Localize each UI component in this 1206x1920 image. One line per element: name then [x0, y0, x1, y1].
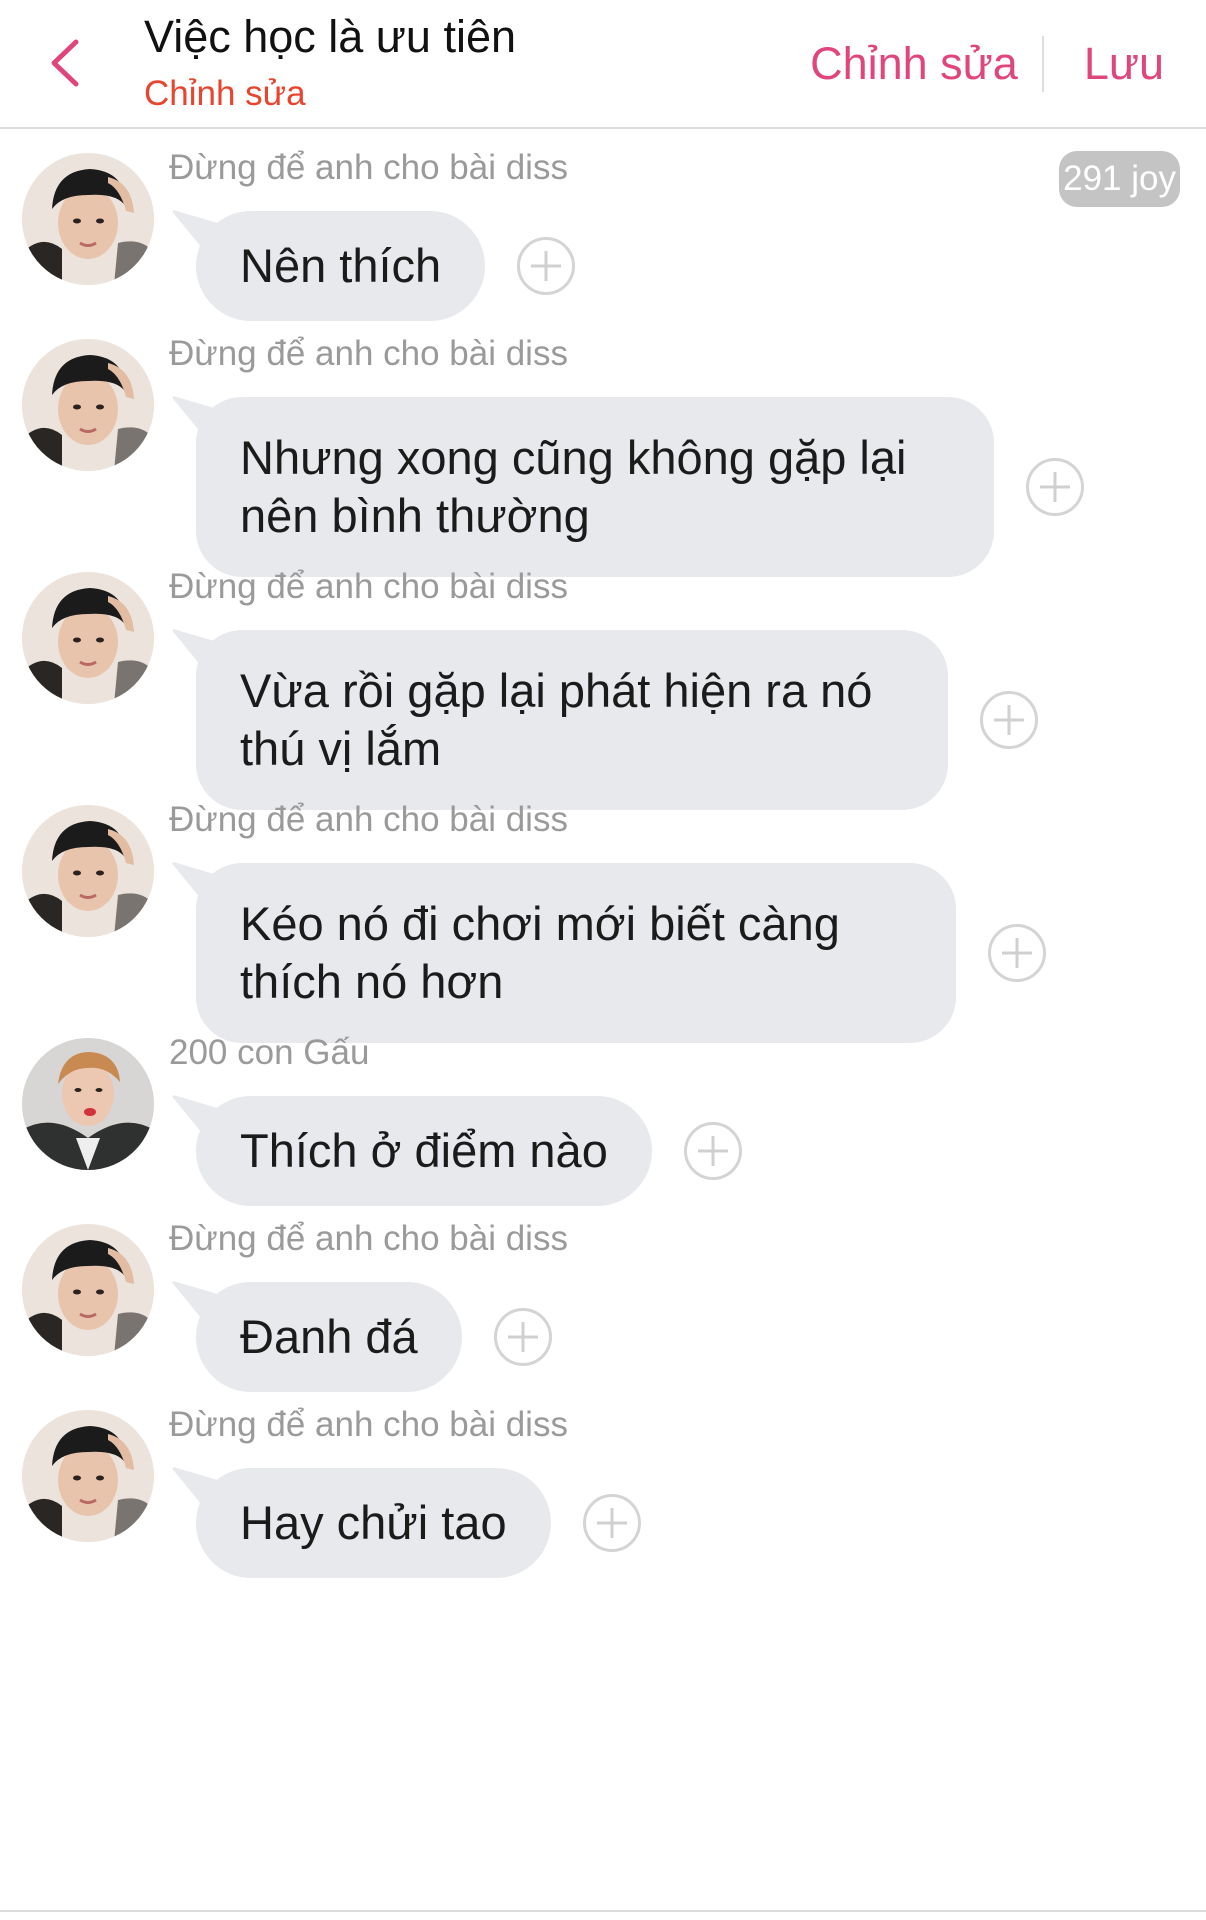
- message-bubble[interactable]: Nhưng xong cũng không gặp lại nên bình t…: [196, 397, 994, 577]
- avatar[interactable]: [22, 805, 154, 937]
- message-bubble[interactable]: Thích ở điểm nào: [196, 1096, 652, 1206]
- message-bubble[interactable]: Hay chửi tao: [196, 1468, 551, 1578]
- avatar[interactable]: [22, 339, 154, 471]
- boy-avatar-icon: [22, 1224, 154, 1356]
- boy-avatar-icon: [22, 339, 154, 471]
- sender-name: Đừng để anh cho bài diss: [169, 567, 568, 606]
- sender-name: Đừng để anh cho bài diss: [169, 1405, 568, 1444]
- add-reaction-icon[interactable]: [980, 691, 1038, 749]
- header-bar: Việc học là ưu tiên Chỉnh sửa Chỉnh sửa …: [0, 0, 1206, 129]
- add-reaction-icon[interactable]: [493, 1308, 552, 1366]
- add-reaction-icon[interactable]: [683, 1122, 742, 1180]
- avatar[interactable]: [22, 1410, 154, 1542]
- add-reaction-icon[interactable]: [988, 924, 1046, 982]
- sender-name: Đừng để anh cho bài diss: [169, 334, 568, 373]
- bubble-row: Kéo nó đi chơi mới biết càng thích nó hơ…: [170, 863, 1046, 1043]
- add-reaction-icon[interactable]: [517, 237, 576, 295]
- message-bubble[interactable]: Vừa rồi gặp lại phát hiện ra nó thú vị l…: [196, 630, 948, 810]
- message-bubble[interactable]: Kéo nó đi chơi mới biết càng thích nó hơ…: [196, 863, 956, 1043]
- avatar[interactable]: [22, 1038, 154, 1170]
- bubble-row: Nhưng xong cũng không gặp lại nên bình t…: [170, 397, 1084, 577]
- title-block: Việc học là ưu tiên Chỉnh sửa: [144, 10, 516, 116]
- bubble-row: Thích ở điểm nào: [170, 1096, 742, 1206]
- joy-count-badge: 291 joy: [1059, 151, 1180, 207]
- avatar[interactable]: [22, 572, 154, 704]
- bubble-row: Nên thích: [170, 211, 576, 321]
- edit-button[interactable]: Chỉnh sửa: [810, 38, 1018, 90]
- bubble-row: Đanh đá: [170, 1282, 552, 1392]
- boy-avatar-icon: [22, 153, 154, 285]
- boy-avatar-icon: [22, 805, 154, 937]
- sender-name: Đừng để anh cho bài diss: [169, 1219, 568, 1258]
- save-button[interactable]: Lưu: [1084, 38, 1164, 90]
- subtitle-edit-link[interactable]: Chỉnh sửa: [144, 72, 516, 116]
- sender-name: Đừng để anh cho bài diss: [169, 800, 568, 839]
- add-reaction-icon[interactable]: [1026, 458, 1084, 516]
- sender-name: 200 con Gấu: [169, 1033, 370, 1072]
- boy-avatar-icon: [22, 572, 154, 704]
- message-bubble[interactable]: Nên thích: [196, 211, 486, 321]
- boy-avatar-icon: [22, 1410, 154, 1542]
- add-reaction-icon[interactable]: [582, 1494, 641, 1552]
- header-actions: Chỉnh sửa Lưu: [810, 36, 1164, 92]
- back-button[interactable]: [40, 34, 92, 92]
- chevron-left-icon: [51, 39, 79, 87]
- avatar[interactable]: [22, 153, 154, 285]
- message-bubble[interactable]: Đanh đá: [196, 1282, 462, 1392]
- page-title: Việc học là ưu tiên: [144, 11, 517, 62]
- sender-name: Đừng để anh cho bài diss: [169, 148, 568, 187]
- bottom-divider: [0, 1910, 1206, 1912]
- header-divider: [1041, 36, 1044, 92]
- bubble-row: Hay chửi tao: [170, 1468, 641, 1578]
- avatar[interactable]: [22, 1224, 154, 1356]
- bubble-row: Vừa rồi gặp lại phát hiện ra nó thú vị l…: [170, 630, 1038, 810]
- girl-avatar-icon: [22, 1038, 154, 1170]
